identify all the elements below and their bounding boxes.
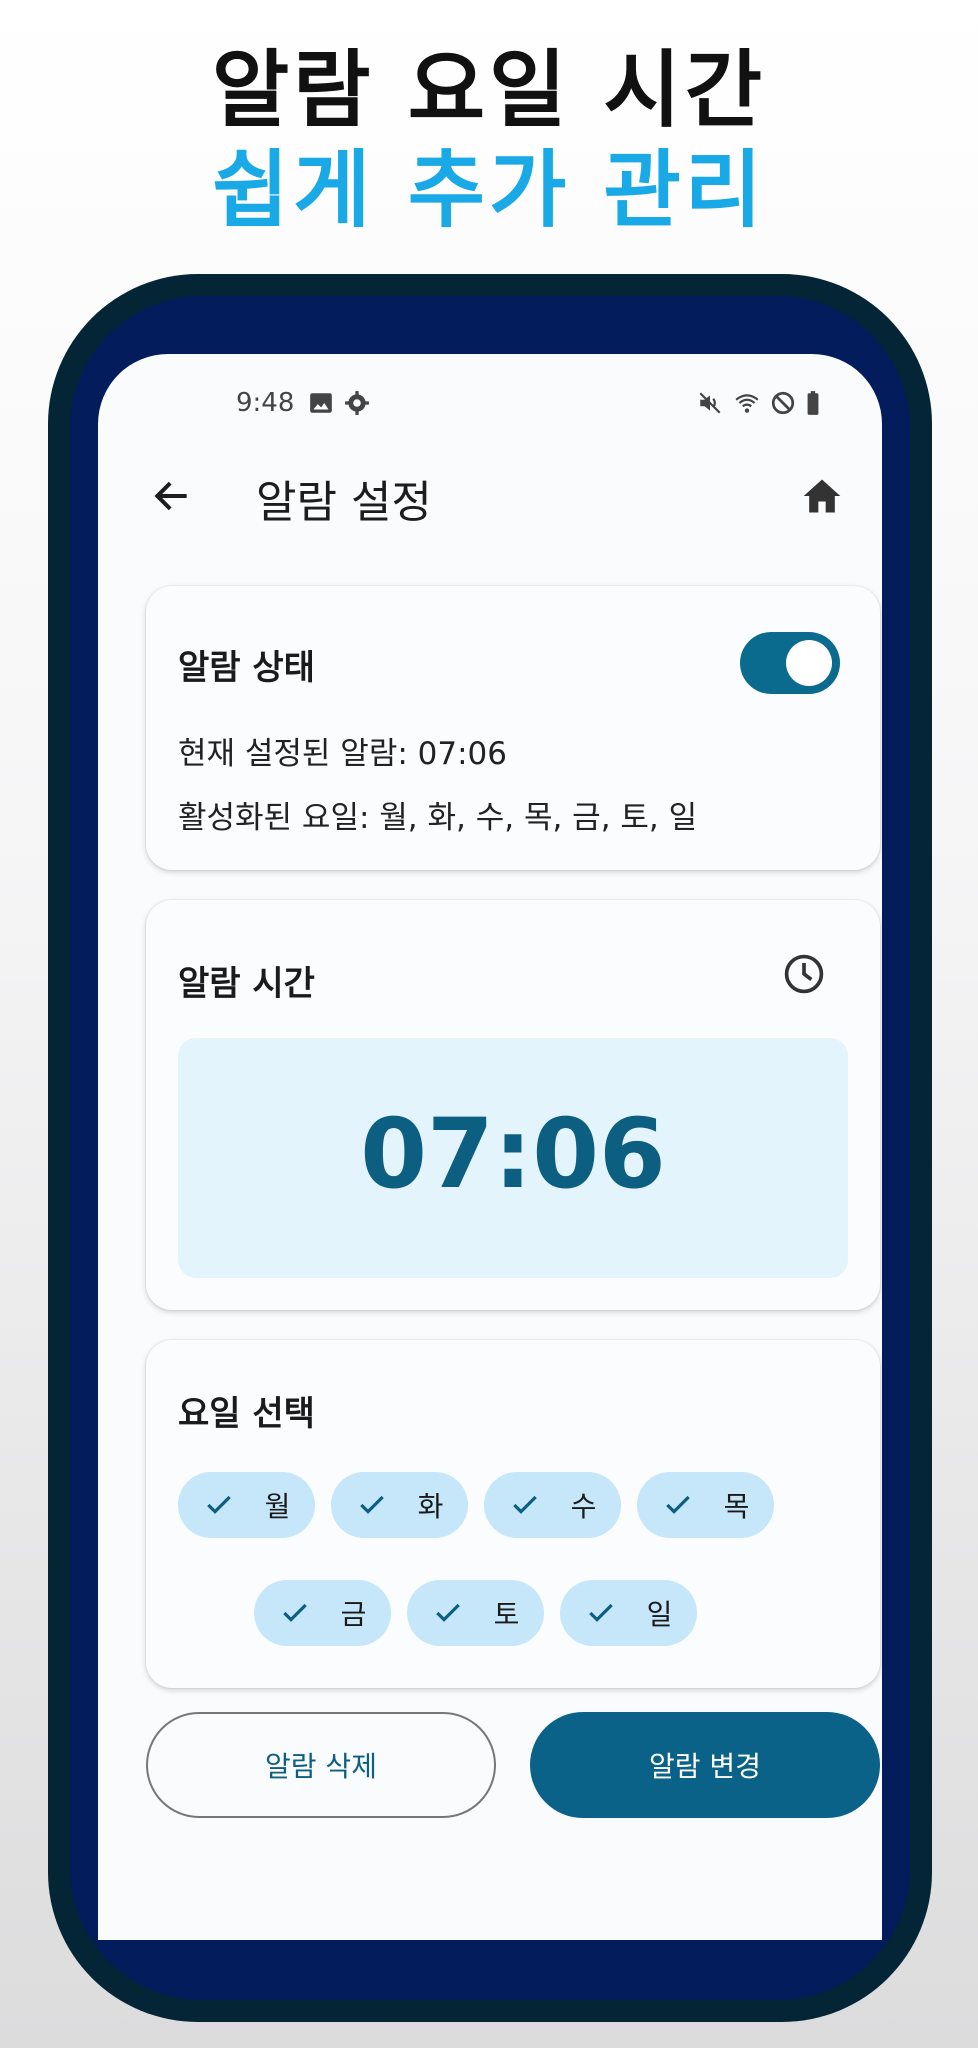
day-chip-wed[interactable]: 수 xyxy=(484,1472,621,1538)
check-icon xyxy=(435,1603,460,1622)
day-chip-sat[interactable]: 토 xyxy=(407,1580,544,1646)
battery-icon xyxy=(807,391,819,415)
day-select-title: 요일 선택 xyxy=(178,1394,315,1434)
current-alarm-text: 현재 설정된 알람: 07:06 xyxy=(178,736,507,772)
alarm-time-title: 알람 시간 xyxy=(178,964,315,1004)
image-icon xyxy=(310,393,332,413)
alarm-status-card: 알람 상태 현재 설정된 알람: 07:06 활성화된 요일: 월, 화, 수,… xyxy=(146,586,880,870)
home-icon[interactable] xyxy=(800,474,844,518)
alarm-status-title: 알람 상태 xyxy=(178,648,315,688)
mute-icon xyxy=(699,392,721,414)
check-icon xyxy=(588,1603,613,1622)
status-bar: 9:48 xyxy=(98,384,882,424)
day-chip-sun[interactable]: 일 xyxy=(560,1580,697,1646)
clock-icon[interactable] xyxy=(782,952,826,996)
app-screen: 9:48 알람 설정 알람 상태 현재 설정된 알람: 07:06 활성화된 요… xyxy=(98,354,882,1940)
day-chip-fri[interactable]: 금 xyxy=(254,1580,391,1646)
page-title: 알람 설정 xyxy=(256,477,432,528)
delete-alarm-button[interactable]: 알람 삭제 xyxy=(146,1712,496,1818)
headline-line-1: 알람 요일 시간 xyxy=(211,41,767,139)
alarm-time-value: 07:06 xyxy=(360,1098,666,1210)
check-icon xyxy=(359,1495,384,1514)
wifi-icon xyxy=(735,394,759,413)
alarm-toggle[interactable] xyxy=(740,632,840,694)
time-display-box[interactable]: 07:06 xyxy=(178,1038,848,1278)
day-chip-label: 화 xyxy=(417,1490,444,1523)
promo-headline: 알람 요일 시간 쉽게 추가 관리 xyxy=(0,40,978,240)
check-icon xyxy=(282,1603,307,1622)
day-chip-thu[interactable]: 목 xyxy=(637,1472,774,1538)
check-icon xyxy=(665,1495,690,1514)
headline-line-2: 쉽게 추가 관리 xyxy=(211,141,767,239)
toggle-knob xyxy=(786,640,832,686)
day-chip-mon[interactable]: 월 xyxy=(178,1472,315,1538)
day-chip-label: 목 xyxy=(723,1490,750,1523)
check-icon xyxy=(512,1495,537,1514)
day-select-card: 요일 선택 월 화 수 목 금 토 일 xyxy=(146,1340,880,1688)
check-icon xyxy=(206,1495,231,1514)
gear-icon xyxy=(345,391,369,415)
day-chip-tue[interactable]: 화 xyxy=(331,1472,468,1538)
alarm-time-card: 알람 시간 07:06 xyxy=(146,900,880,1310)
phone-bezel: 9:48 알람 설정 알람 상태 현재 설정된 알람: 07:06 활성화된 요… xyxy=(70,296,910,2000)
active-days-text: 활성화된 요일: 월, 화, 수, 목, 금, 토, 일 xyxy=(178,800,698,836)
day-chips-row-2: 금 토 일 xyxy=(254,1580,697,1646)
day-chip-label: 일 xyxy=(646,1598,673,1631)
day-chip-label: 금 xyxy=(340,1598,367,1631)
day-chip-label: 수 xyxy=(570,1490,597,1523)
change-alarm-button[interactable]: 알람 변경 xyxy=(530,1712,880,1818)
status-time: 9:48 xyxy=(236,388,295,418)
back-arrow-icon[interactable] xyxy=(150,474,194,518)
day-chip-label: 월 xyxy=(264,1490,291,1523)
blocked-icon xyxy=(771,391,795,415)
phone-frame: 9:48 알람 설정 알람 상태 현재 설정된 알람: 07:06 활성화된 요… xyxy=(48,274,932,2022)
day-chips-row-1: 월 화 수 목 xyxy=(178,1472,774,1538)
day-chip-label: 토 xyxy=(493,1598,520,1631)
app-bar: 알람 설정 xyxy=(98,454,882,534)
